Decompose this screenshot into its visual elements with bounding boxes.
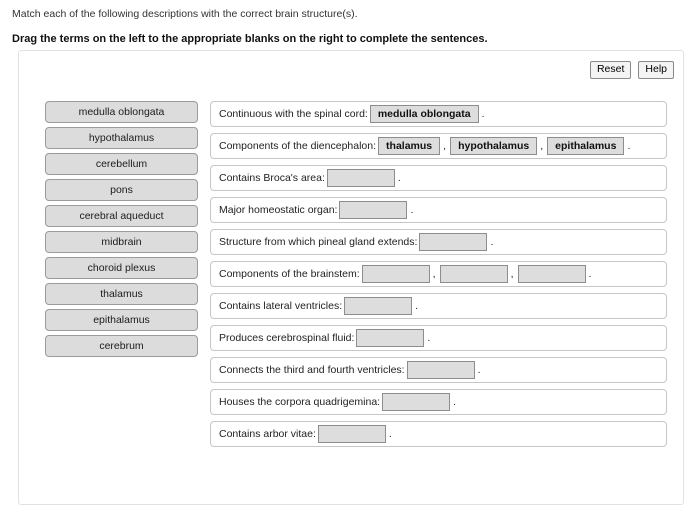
term-label: thalamus bbox=[100, 288, 143, 300]
sentence-row: Structure from which pineal gland extend… bbox=[210, 229, 667, 255]
blank-empty[interactable] bbox=[317, 425, 386, 443]
sentence-terminator: . bbox=[481, 108, 485, 120]
sentence-terminator: . bbox=[627, 140, 631, 152]
help-button[interactable]: Help bbox=[638, 61, 674, 79]
exercise-panel: Reset Help medulla oblongata hypothalamus… bbox=[18, 50, 684, 505]
sentence-terminator: . bbox=[453, 396, 457, 408]
term-label: cerebral aqueduct bbox=[79, 210, 164, 222]
draggable-term[interactable]: epithalamus bbox=[45, 309, 198, 331]
term-label: cerebellum bbox=[95, 158, 148, 170]
sentence-prompt: Connects the third and fourth ventricles… bbox=[219, 364, 405, 376]
term-label: epithalamus bbox=[93, 314, 150, 326]
sentence-prompt: Continuous with the spinal cord: bbox=[219, 108, 368, 120]
sentence-prompt: Components of the diencephalon: bbox=[219, 140, 377, 152]
sentence-prompt: Components of the brainstem: bbox=[219, 268, 360, 280]
sentence-prompt: Contains arbor vitae: bbox=[219, 428, 316, 440]
sentence-terminator: . bbox=[388, 428, 392, 440]
sentence-terminator: . bbox=[490, 236, 494, 248]
blank-empty[interactable] bbox=[419, 233, 488, 251]
instruction-line-1: Match each of the following descriptions… bbox=[12, 8, 358, 20]
sentence-row: Continuous with the spinal cord: medulla … bbox=[210, 101, 667, 127]
sentence-row: Components of the brainstem:,,. bbox=[210, 261, 667, 287]
sentence-row: Major homeostatic organ:. bbox=[210, 197, 667, 223]
blank-empty[interactable] bbox=[326, 169, 395, 187]
blank-filled[interactable]: medulla oblongata bbox=[369, 105, 479, 123]
blank-empty[interactable] bbox=[382, 393, 451, 411]
sentence-terminator: . bbox=[397, 172, 401, 184]
draggable-term[interactable]: hypothalamus bbox=[45, 127, 198, 149]
term-label: pons bbox=[110, 184, 133, 196]
sentence-row: Components of the diencephalon: thalamus,… bbox=[210, 133, 667, 159]
blank-separator: , bbox=[443, 140, 447, 152]
blank-empty[interactable] bbox=[344, 297, 413, 315]
sentence-prompt: Houses the corpora quadrigemina: bbox=[219, 396, 381, 408]
sentence-prompt: Produces cerebrospinal fluid: bbox=[219, 332, 355, 344]
blank-empty[interactable] bbox=[406, 361, 475, 379]
blank-empty[interactable] bbox=[439, 265, 508, 283]
blank-empty[interactable] bbox=[361, 265, 430, 283]
blank-empty[interactable] bbox=[339, 201, 408, 219]
sentence-row: Houses the corpora quadrigemina:. bbox=[210, 389, 667, 415]
sentence-row: Contains lateral ventricles:. bbox=[210, 293, 667, 319]
term-label: cerebrum bbox=[99, 340, 144, 352]
draggable-term[interactable]: cerebellum bbox=[45, 153, 198, 175]
sentence-terminator: . bbox=[415, 300, 419, 312]
toolbar: Reset Help bbox=[589, 61, 674, 79]
blank-filled[interactable]: thalamus bbox=[378, 137, 441, 155]
sentence-terminator: . bbox=[410, 204, 414, 216]
blank-empty[interactable] bbox=[356, 329, 425, 347]
blank-filled[interactable]: hypothalamus bbox=[450, 137, 538, 155]
term-bank: medulla oblongata hypothalamus cerebellum p… bbox=[45, 101, 198, 361]
instruction-line-2: Drag the terms on the left to the approp… bbox=[12, 32, 488, 45]
sentence-prompt: Structure from which pineal gland extend… bbox=[219, 236, 418, 248]
sentence-terminator: . bbox=[477, 364, 481, 376]
blank-empty[interactable] bbox=[517, 265, 586, 283]
draggable-term[interactable]: thalamus bbox=[45, 283, 198, 305]
sentence-prompt: Contains lateral ventricles: bbox=[219, 300, 343, 312]
sentence-row: Connects the third and fourth ventricles… bbox=[210, 357, 667, 383]
blank-filled[interactable]: epithalamus bbox=[547, 137, 625, 155]
blank-separator: , bbox=[510, 268, 514, 280]
draggable-term[interactable]: pons bbox=[45, 179, 198, 201]
draggable-term[interactable]: medulla oblongata bbox=[45, 101, 198, 123]
draggable-term[interactable]: midbrain bbox=[45, 231, 198, 253]
sentence-prompt: Contains Broca's area: bbox=[219, 172, 325, 184]
sentence-terminator: . bbox=[588, 268, 592, 280]
sentence-list: Continuous with the spinal cord: medulla … bbox=[210, 101, 667, 453]
draggable-term[interactable]: choroid plexus bbox=[45, 257, 198, 279]
reset-button[interactable]: Reset bbox=[589, 61, 632, 79]
blank-separator: , bbox=[540, 140, 544, 152]
sentence-terminator: . bbox=[427, 332, 431, 344]
term-label: midbrain bbox=[101, 236, 142, 248]
draggable-term[interactable]: cerebrum bbox=[45, 335, 198, 357]
term-label: hypothalamus bbox=[88, 132, 155, 144]
sentence-row: Produces cerebrospinal fluid:. bbox=[210, 325, 667, 351]
term-label: choroid plexus bbox=[87, 262, 156, 274]
sentence-prompt: Major homeostatic organ: bbox=[219, 204, 338, 216]
draggable-term[interactable]: cerebral aqueduct bbox=[45, 205, 198, 227]
blank-separator: , bbox=[432, 268, 436, 280]
term-label: medulla oblongata bbox=[78, 106, 165, 118]
sentence-row: Contains arbor vitae:. bbox=[210, 421, 667, 447]
sentence-row: Contains Broca's area:. bbox=[210, 165, 667, 191]
